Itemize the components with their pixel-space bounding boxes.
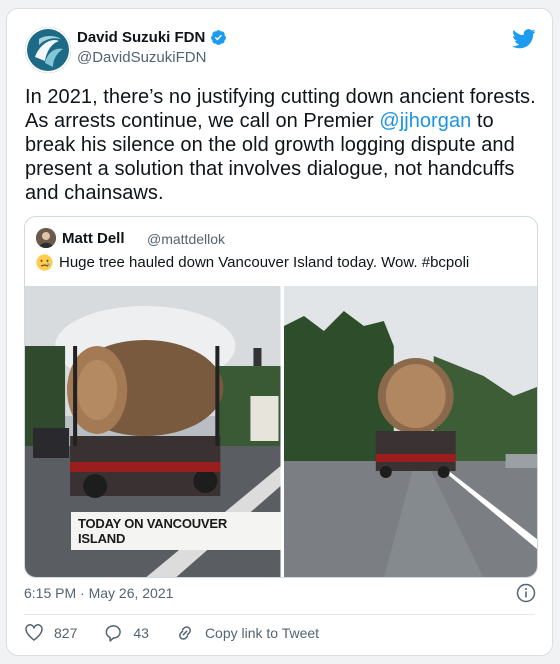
- photo-right[interactable]: [283, 286, 537, 577]
- link-icon: [178, 626, 191, 640]
- heart-icon: [25, 624, 43, 641]
- like-count: 827: [54, 625, 78, 641]
- author-logo-icon: [25, 27, 71, 73]
- author-avatar[interactable]: [25, 27, 71, 73]
- quoted-tweet[interactable]: Matt Dell @mattdellok Huge tree hauled d…: [24, 216, 538, 578]
- quoted-text: Huge tree hauled down Vancouver Island t…: [59, 254, 470, 271]
- crying-face-icon: [36, 254, 53, 271]
- verified-badge-icon: [211, 30, 227, 45]
- quoted-author-avatar[interactable]: [36, 228, 56, 248]
- reply-count: 43: [133, 625, 149, 641]
- twitter-bird-icon[interactable]: [512, 29, 536, 49]
- reply-button[interactable]: 43: [103, 623, 149, 643]
- mention-link[interactable]: @jjhorgan: [379, 110, 471, 132]
- info-icon[interactable]: [516, 583, 536, 603]
- quoted-avatar-icon: [36, 228, 56, 248]
- quoted-tweet-text: Huge tree hauled down Vancouver Island t…: [36, 254, 469, 271]
- copy-link-button[interactable]: Copy link to Tweet: [175, 623, 319, 643]
- copy-link-label: Copy link to Tweet: [204, 625, 320, 641]
- author-handle[interactable]: @DavidSuzukiFDN: [77, 49, 206, 66]
- like-button[interactable]: 827: [24, 623, 77, 643]
- image-caption: TODAY ON VANCOUVER ISLAND: [71, 512, 281, 550]
- tweet-timestamp[interactable]: 6:15 PM · May 26, 2021: [24, 585, 173, 601]
- reply-bubble-icon: [105, 625, 122, 642]
- quoted-author-handle[interactable]: @mattdellok: [147, 231, 225, 247]
- log-truck-photo-right: [283, 286, 537, 577]
- tweet-card: David Suzuki FDN @DavidSuzukiFDN In 2021…: [6, 8, 553, 656]
- author-display-name[interactable]: David Suzuki FDN: [77, 29, 205, 46]
- tweet-actions: 827 43 Copy link to Tweet: [24, 623, 319, 643]
- quoted-media[interactable]: TODAY ON VANCOUVER ISLAND: [25, 286, 537, 577]
- photo-left[interactable]: TODAY ON VANCOUVER ISLAND: [25, 286, 281, 577]
- quoted-author-name[interactable]: Matt Dell: [62, 230, 125, 247]
- tweet-text: In 2021, there’s no justifying cutting d…: [25, 85, 540, 205]
- divider: [24, 614, 535, 615]
